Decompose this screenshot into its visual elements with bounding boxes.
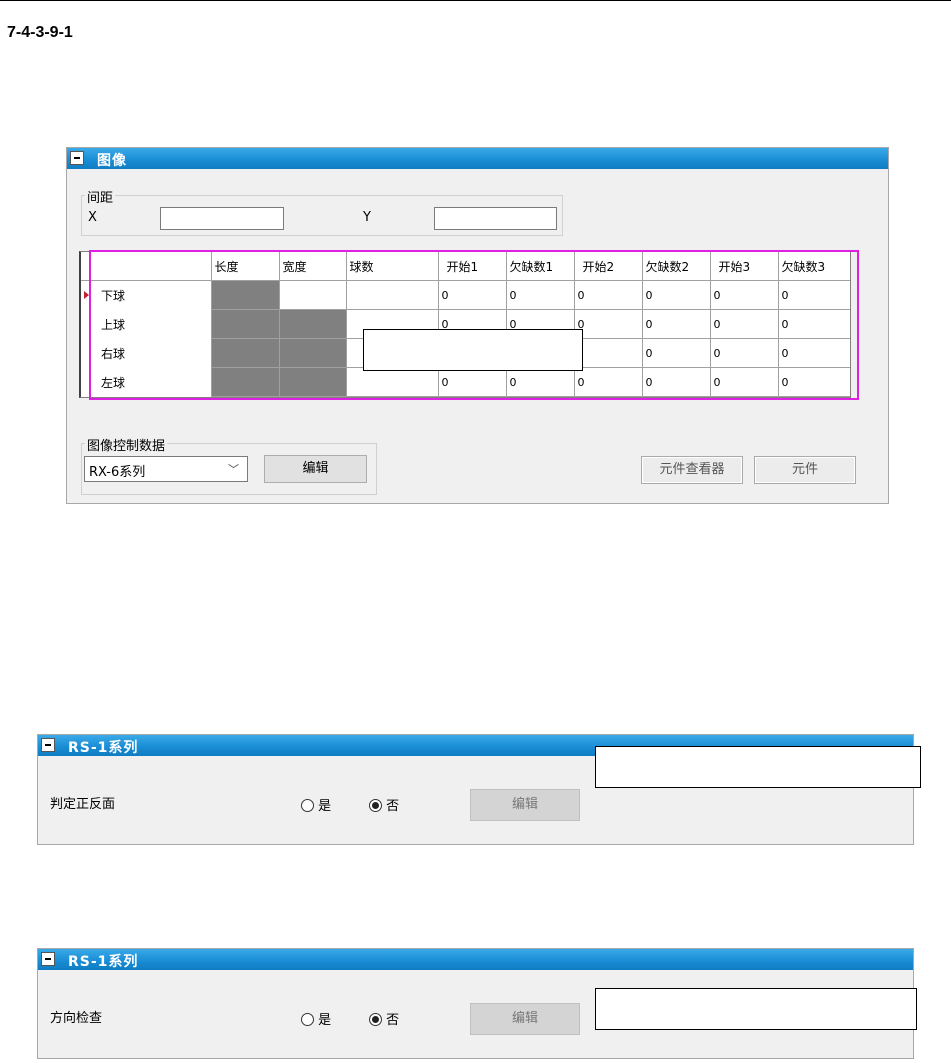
y-input[interactable] [434, 207, 557, 230]
radio-no[interactable] [369, 1013, 382, 1026]
control-data-selected-value: RX-6系列 [89, 465, 146, 480]
section-number: 7-4-3-9-1 [7, 24, 73, 41]
yes-label: 是 [318, 1013, 332, 1028]
collapse-icon[interactable] [70, 151, 84, 165]
part-button[interactable]: 元件 [754, 456, 856, 484]
front-back-label: 判定正反面 [50, 797, 116, 812]
radio-yes[interactable] [301, 1013, 314, 1026]
yes-label: 是 [318, 799, 332, 814]
direction-edit-button[interactable]: 编辑 [470, 1003, 580, 1035]
direction-no-option[interactable]: 否 [369, 1009, 399, 1028]
collapse-icon[interactable] [41, 738, 55, 752]
rs-panel-front-back: RS-1系列 判定正反面 是 否 编辑 [37, 734, 921, 845]
radio-no[interactable] [369, 799, 382, 812]
chevron-down-icon: ﹀ [228, 463, 239, 476]
front-back-callout-box [595, 746, 921, 788]
direction-callout-box [595, 988, 917, 1030]
front-back-yes-option[interactable]: 是 [301, 795, 331, 814]
grid-callout-box [363, 329, 583, 371]
spacing-group-label: 间距 [85, 187, 116, 206]
radio-yes[interactable] [301, 799, 314, 812]
front-back-no-option[interactable]: 否 [369, 795, 399, 814]
direction-check-label: 方向检查 [50, 1011, 103, 1026]
rs-panel-direction-header[interactable]: RS-1系列 [38, 949, 913, 970]
rs-panel-front-back-title: RS-1系列 [68, 740, 139, 756]
front-back-edit-button[interactable]: 编辑 [470, 789, 580, 821]
no-label: 否 [386, 1013, 400, 1028]
y-label: Y [363, 210, 371, 225]
rs-panel-direction: RS-1系列 方向检查 是 否 编辑 [37, 948, 917, 1059]
image-panel-header[interactable]: 图像 [67, 148, 888, 169]
image-panel: 图像 间距 X Y 长度 宽度 球数 开始1 欠缺数1 开始2 欠缺数2 开始3… [66, 147, 889, 504]
control-data-select[interactable]: RX-6系列 ﹀ [84, 456, 248, 482]
image-control-group-label: 图像控制数据 [85, 435, 168, 454]
grid-highlight-frame [89, 250, 859, 400]
page-top-rule [0, 0, 951, 1]
part-viewer-button[interactable]: 元件查看器 [641, 456, 743, 484]
rs-panel-direction-title: RS-1系列 [68, 954, 139, 970]
control-data-edit-button[interactable]: 编辑 [264, 455, 367, 483]
image-panel-title: 图像 [97, 153, 127, 169]
collapse-icon[interactable] [41, 952, 55, 966]
no-label: 否 [386, 799, 400, 814]
x-label: X [88, 210, 97, 225]
direction-yes-option[interactable]: 是 [301, 1009, 331, 1028]
x-input[interactable] [160, 207, 284, 230]
